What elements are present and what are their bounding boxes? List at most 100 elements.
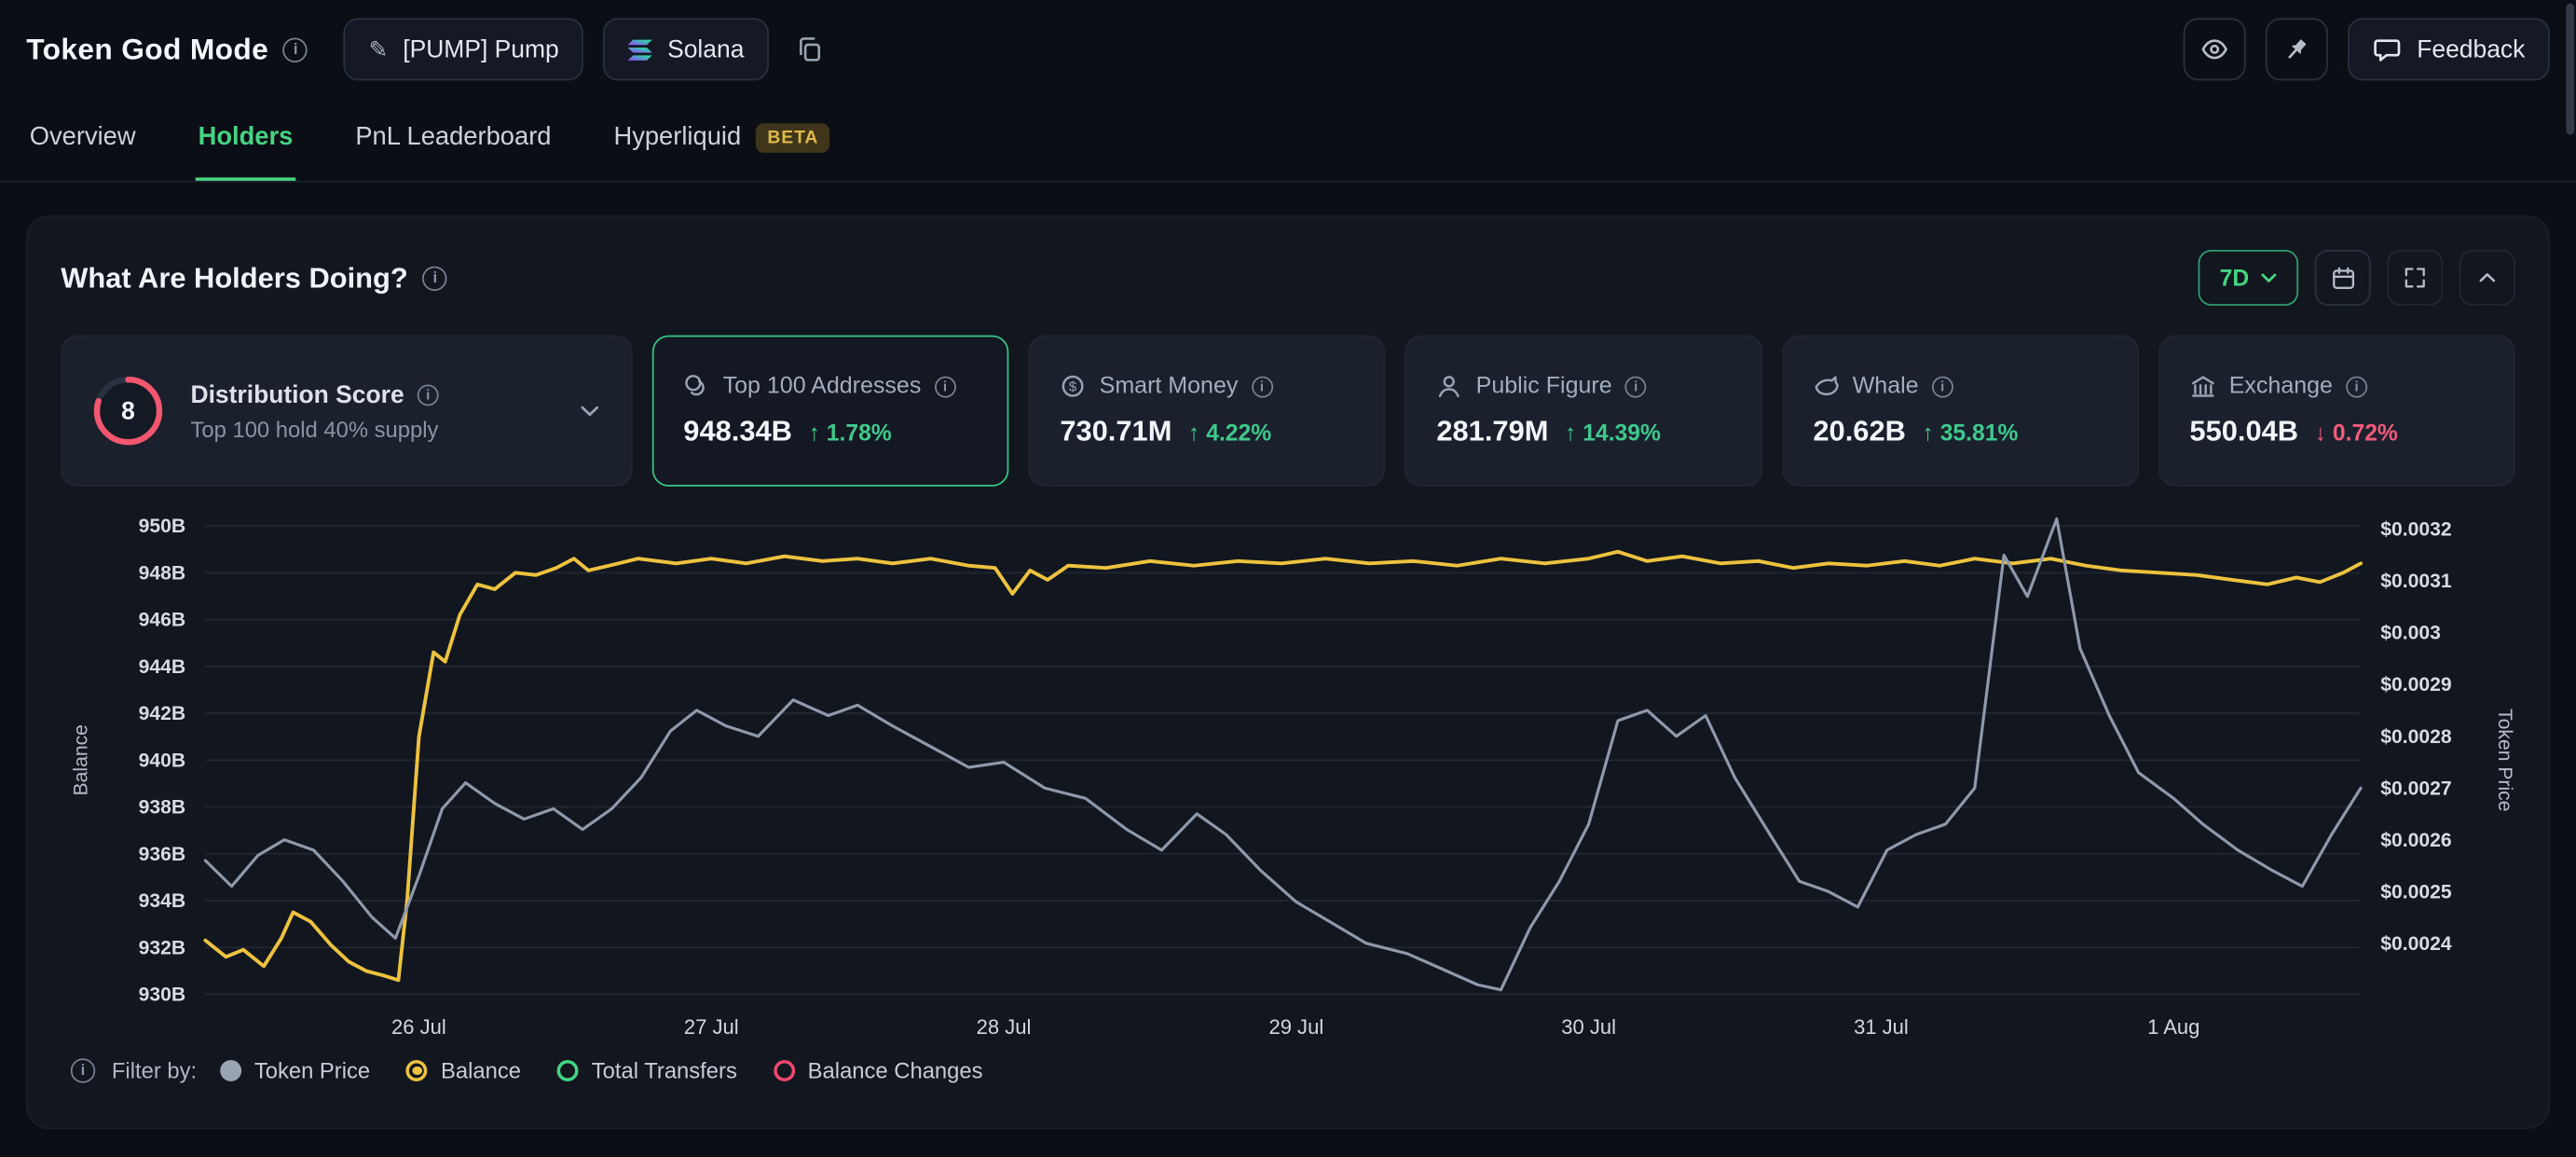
holders-activity-panel: What Are Holders Doing? 7D [26, 215, 2550, 1129]
balance-radio-icon [406, 1060, 428, 1081]
pin-button[interactable] [2266, 18, 2328, 80]
tab-label: Overview [30, 123, 136, 153]
token-selector-button[interactable]: ✎ [PUMP] Pump [344, 18, 583, 80]
balance-changes-radio-icon [774, 1060, 795, 1081]
legend-item-label: Total Transfers [592, 1058, 737, 1082]
calendar-icon [2329, 264, 2357, 292]
tab-pnl-leaderboard[interactable]: PnL Leaderboard [352, 99, 555, 181]
svg-text:30 Jul: 30 Jul [1561, 1015, 1616, 1039]
info-icon[interactable] [423, 266, 447, 290]
top-bar: Token God Mode ✎ [PUMP] Pump Solana [0, 0, 2576, 99]
coin-dollar-icon: $ [1060, 373, 1086, 399]
svg-text:934B: 934B [139, 890, 186, 912]
copy-icon [795, 34, 825, 64]
svg-text:$0.0031: $0.0031 [2380, 571, 2452, 592]
svg-text:28 Jul: 28 Jul [977, 1015, 1032, 1039]
svg-text:31 Jul: 31 Jul [1854, 1015, 1909, 1039]
metric-title: Whale [1853, 373, 1919, 399]
stats-row: 8 Distribution Score Top 100 hold 40% su… [61, 336, 2515, 487]
svg-text:$0.0027: $0.0027 [2380, 778, 2451, 799]
info-icon[interactable] [1932, 376, 1953, 397]
fullscreen-icon [2402, 265, 2428, 291]
expand-button[interactable] [2387, 250, 2443, 306]
metric-value: 730.71M [1060, 414, 1172, 448]
tab-overview[interactable]: Overview [26, 99, 139, 181]
tab-holders[interactable]: Holders [195, 99, 296, 181]
coins-icon [683, 373, 709, 399]
filter-token-price[interactable]: Token Price [220, 1058, 370, 1082]
tab-label: PnL Leaderboard [355, 123, 551, 153]
metric-change: ↑ 4.22% [1188, 420, 1271, 446]
svg-text:930B: 930B [139, 985, 186, 1006]
copy-address-button[interactable] [788, 28, 831, 71]
metric-card-public-figure[interactable]: Public Figure 281.79M ↑ 14.39% [1405, 336, 1762, 487]
metric-value: 281.79M [1436, 414, 1548, 448]
chart-canvas[interactable]: 950B948B946B944B942B940B938B936B934B932B… [61, 503, 2518, 1048]
whale-icon [1813, 373, 1839, 399]
chain-selector-button[interactable]: Solana [603, 18, 769, 80]
svg-text:$0.0024: $0.0024 [2380, 933, 2452, 955]
chevron-up-icon [2474, 265, 2501, 291]
info-icon[interactable] [2346, 376, 2367, 397]
filter-by-label: Filter by: [112, 1058, 197, 1082]
info-icon[interactable] [1625, 376, 1647, 397]
info-icon[interactable] [283, 37, 308, 62]
metric-card-top-100-addresses[interactable]: Top 100 Addresses 948.34B ↑ 1.78% [652, 336, 1009, 487]
filter-total-transfers[interactable]: Total Transfers [557, 1058, 737, 1082]
metric-title: Public Figure [1476, 373, 1612, 399]
timeframe-dropdown[interactable]: 7D [2199, 250, 2298, 306]
metric-title: Smart Money [1100, 373, 1239, 399]
info-icon[interactable] [934, 376, 955, 397]
svg-text:946B: 946B [139, 610, 186, 631]
distribution-score-value: 8 [89, 371, 168, 450]
holders-balance-price-chart[interactable]: 950B948B946B944B942B940B938B936B934B932B… [61, 503, 2515, 1048]
svg-text:950B: 950B [139, 516, 186, 537]
metric-card-smart-money[interactable]: $ Smart Money 730.71M ↑ 4.22% [1029, 336, 1386, 487]
metric-card-whale[interactable]: Whale 20.62B ↑ 35.81% [1782, 336, 2139, 487]
feedback-label: Feedback [2417, 35, 2525, 63]
chevron-down-icon[interactable] [575, 396, 605, 426]
metric-card-exchange[interactable]: Exchange 550.04B ↓ 0.72% [2158, 336, 2515, 487]
solana-logo-icon [628, 38, 652, 60]
page-title: Token God Mode [26, 32, 268, 66]
calendar-button[interactable] [2315, 250, 2371, 306]
metric-value: 20.62B [1813, 414, 1905, 448]
svg-text:940B: 940B [139, 750, 186, 771]
metric-change: ↓ 0.72% [2315, 420, 2398, 446]
legend-item-label: Balance [441, 1058, 521, 1082]
collapse-button[interactable] [2460, 250, 2515, 306]
tab-label: Holders [199, 123, 294, 153]
svg-text:942B: 942B [139, 703, 186, 724]
legend-item-label: Token Price [254, 1058, 370, 1082]
distribution-score-card[interactable]: 8 Distribution Score Top 100 hold 40% su… [61, 336, 632, 487]
watch-button[interactable] [2184, 18, 2246, 80]
chart-filter-legend: Filter by: Token Price Balance Total Tra… [61, 1058, 2515, 1082]
svg-text:$0.0029: $0.0029 [2380, 674, 2451, 696]
svg-text:948B: 948B [139, 562, 186, 584]
svg-text:$0.0032: $0.0032 [2380, 519, 2451, 541]
metric-title: Exchange [2229, 373, 2333, 399]
svg-text:29 Jul: 29 Jul [1268, 1015, 1323, 1039]
svg-text:$0.0025: $0.0025 [2380, 881, 2452, 902]
eye-icon [2200, 34, 2230, 64]
svg-text:27 Jul: 27 Jul [684, 1015, 739, 1039]
filter-balance[interactable]: Balance [406, 1058, 521, 1082]
feedback-bubble-icon [2373, 34, 2403, 64]
legend-item-label: Balance Changes [808, 1058, 983, 1082]
metric-change: ↑ 35.81% [1923, 420, 2019, 446]
info-icon[interactable] [71, 1058, 95, 1082]
distribution-score-title: Distribution Score [190, 380, 404, 408]
panel-header: What Are Holders Doing? 7D [61, 250, 2515, 306]
metric-change: ↑ 1.78% [809, 420, 892, 446]
tab-hyperliquid[interactable]: Hyperliquid BETA [610, 99, 833, 181]
svg-text:$0.0028: $0.0028 [2380, 726, 2452, 748]
info-icon[interactable] [1251, 376, 1272, 397]
filter-balance-changes[interactable]: Balance Changes [774, 1058, 983, 1082]
distribution-score-info: Distribution Score Top 100 hold 40% supp… [190, 380, 438, 441]
svg-text:932B: 932B [139, 937, 186, 958]
person-icon [1436, 373, 1462, 399]
tab-bar: Overview Holders PnL Leaderboard Hyperli… [0, 99, 2576, 183]
feedback-button[interactable]: Feedback [2348, 18, 2550, 80]
info-icon[interactable] [418, 384, 439, 406]
scrollbar-thumb[interactable] [2566, 4, 2574, 135]
